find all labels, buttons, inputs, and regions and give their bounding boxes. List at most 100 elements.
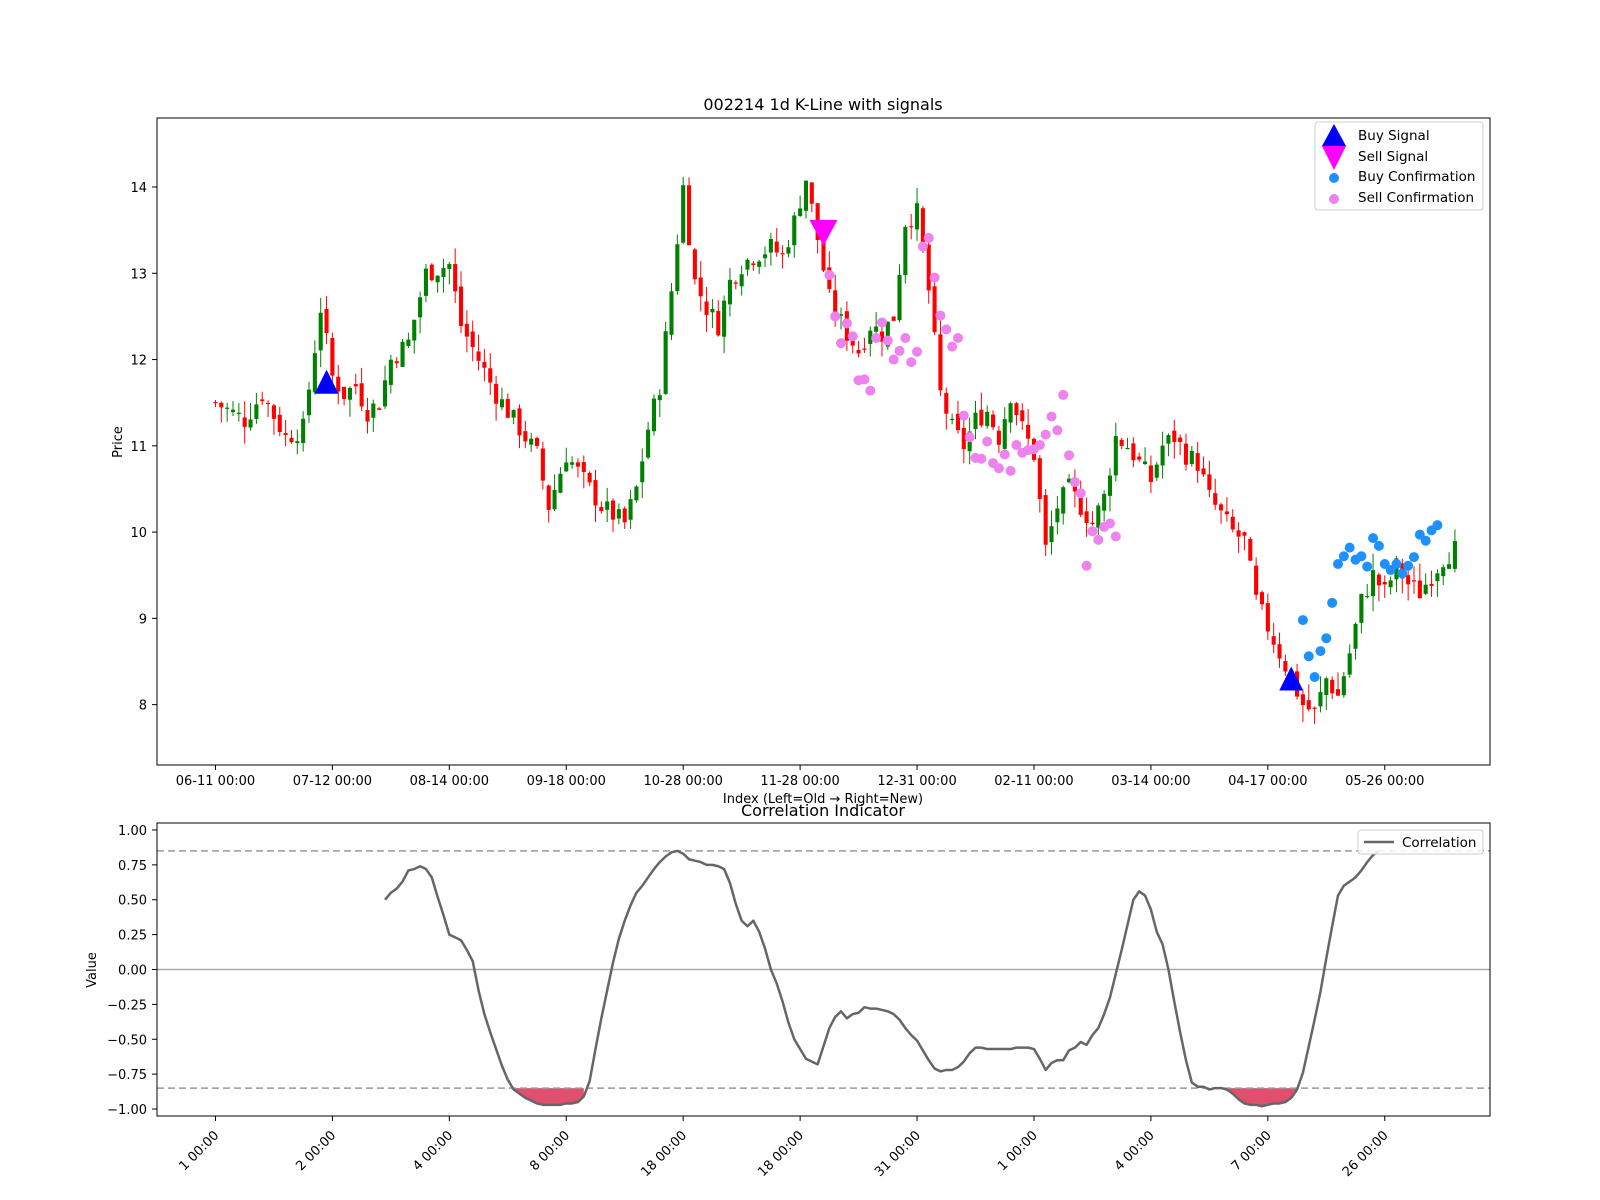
candle-body (1441, 567, 1446, 577)
candle-body (570, 462, 575, 465)
candle-body (1154, 464, 1159, 478)
candle-body (1277, 644, 1282, 659)
buy-confirmation-point (1344, 542, 1355, 553)
candle-body (1090, 522, 1095, 525)
candle-body (1219, 504, 1224, 511)
candle-body (429, 264, 434, 281)
sell-confirmation-point (964, 432, 975, 443)
kline-x-tick-label: 07-12 00:00 (293, 774, 372, 789)
candle-body (1300, 694, 1305, 706)
candle-body (757, 261, 762, 267)
candle-body (230, 409, 236, 413)
sell-confirmation-point (882, 335, 893, 346)
candle-body (1084, 511, 1089, 524)
sell-confirmation-point (935, 310, 946, 321)
candle-body (219, 402, 224, 408)
candle-body (476, 351, 481, 361)
candle-body (628, 499, 633, 520)
candle-body (944, 392, 949, 414)
candle-body (1008, 403, 1013, 423)
candle-body (1014, 403, 1019, 416)
buy-confirmation-point (1303, 651, 1314, 662)
candle-body (932, 286, 937, 333)
candle-body (470, 331, 475, 348)
candle-body (1312, 707, 1317, 709)
candle-body (1026, 424, 1031, 439)
candle-body (1148, 465, 1153, 483)
candle-body (575, 462, 580, 467)
candle-body (225, 407, 230, 409)
sell-confirmation-point (865, 385, 876, 396)
kline-x-tick-label: 10-28 00:00 (643, 774, 722, 789)
candle-body (1447, 564, 1452, 569)
candle-body (786, 247, 791, 254)
candle-body (1119, 439, 1124, 446)
candle-body (909, 226, 914, 228)
candle-body (534, 437, 540, 446)
sell-confirmation-point (1104, 518, 1115, 529)
buy-confirmation-point (1373, 540, 1384, 551)
sell-confirmation-point (1064, 450, 1075, 461)
candle-body (371, 403, 376, 418)
candle-body (792, 215, 797, 246)
candle-body (587, 472, 592, 483)
candle-body (1271, 636, 1276, 645)
candle-body (926, 244, 931, 291)
buy-confirmation-point (1403, 560, 1414, 571)
buy-confirmation-point (1338, 551, 1349, 562)
kline-y-tick-label: 9 (139, 612, 147, 627)
candle-body (1049, 526, 1054, 543)
candle-body (412, 319, 417, 341)
legend-buy-signal-label: Buy Signal (1358, 128, 1430, 144)
kline-x-tick-label: 08-14 00:00 (410, 774, 489, 789)
candle-body (774, 241, 779, 253)
candle-body (1382, 582, 1387, 585)
candle-body (406, 339, 411, 347)
sell-confirmation-point (894, 345, 905, 356)
kline-x-tick-label: 12-31 00:00 (877, 774, 956, 789)
candle-body (1318, 692, 1323, 707)
candle-body (616, 509, 621, 519)
candle-body (1353, 623, 1358, 649)
candle-body (1423, 584, 1428, 594)
candle-body (236, 412, 241, 414)
candle-body (622, 508, 627, 523)
sell-confirmation-point (824, 270, 835, 281)
candle-body (482, 361, 487, 368)
sell-confirmation-point (923, 232, 934, 243)
candle-body (1195, 453, 1200, 471)
legend-buy-confirmation-marker (1329, 173, 1339, 183)
candle-body (505, 398, 510, 418)
candle-body (388, 359, 393, 385)
sell-confirmation-point (1093, 534, 1104, 545)
candle-body (1435, 573, 1440, 582)
sell-confirmation-point (1046, 411, 1057, 422)
sell-confirmation-point (1058, 389, 1069, 400)
sell-confirmation-point (830, 311, 841, 322)
candle-body (646, 429, 651, 458)
candle-body (1359, 593, 1364, 623)
kline-x-tick-label: 02-11 00:00 (994, 774, 1073, 789)
candle-body (394, 361, 399, 364)
candle-body (494, 383, 499, 404)
candle-body (517, 408, 522, 436)
buy-confirmation-point (1408, 552, 1419, 563)
candle-body (1406, 575, 1411, 585)
candle-body (938, 334, 943, 391)
candle-body (453, 264, 458, 292)
kline-x-tick-label: 06-11 00:00 (176, 774, 255, 789)
candle-body (1201, 468, 1206, 475)
candle-body (382, 380, 388, 407)
candle-body (1452, 541, 1457, 569)
candle-body (599, 506, 604, 512)
candle-body (418, 297, 423, 318)
candle-body (1055, 508, 1060, 523)
kline-y-tick-label: 13 (130, 267, 147, 282)
candle-body (605, 501, 610, 510)
correlation-title: Correlation Indicator (741, 801, 905, 820)
sell-confirmation-point (1040, 429, 1051, 440)
kline-y-tick-label: 8 (139, 699, 147, 714)
correlation-legend: Correlation (1357, 829, 1484, 855)
candle-body (1160, 445, 1165, 466)
buy-confirmation-point (1420, 535, 1431, 546)
